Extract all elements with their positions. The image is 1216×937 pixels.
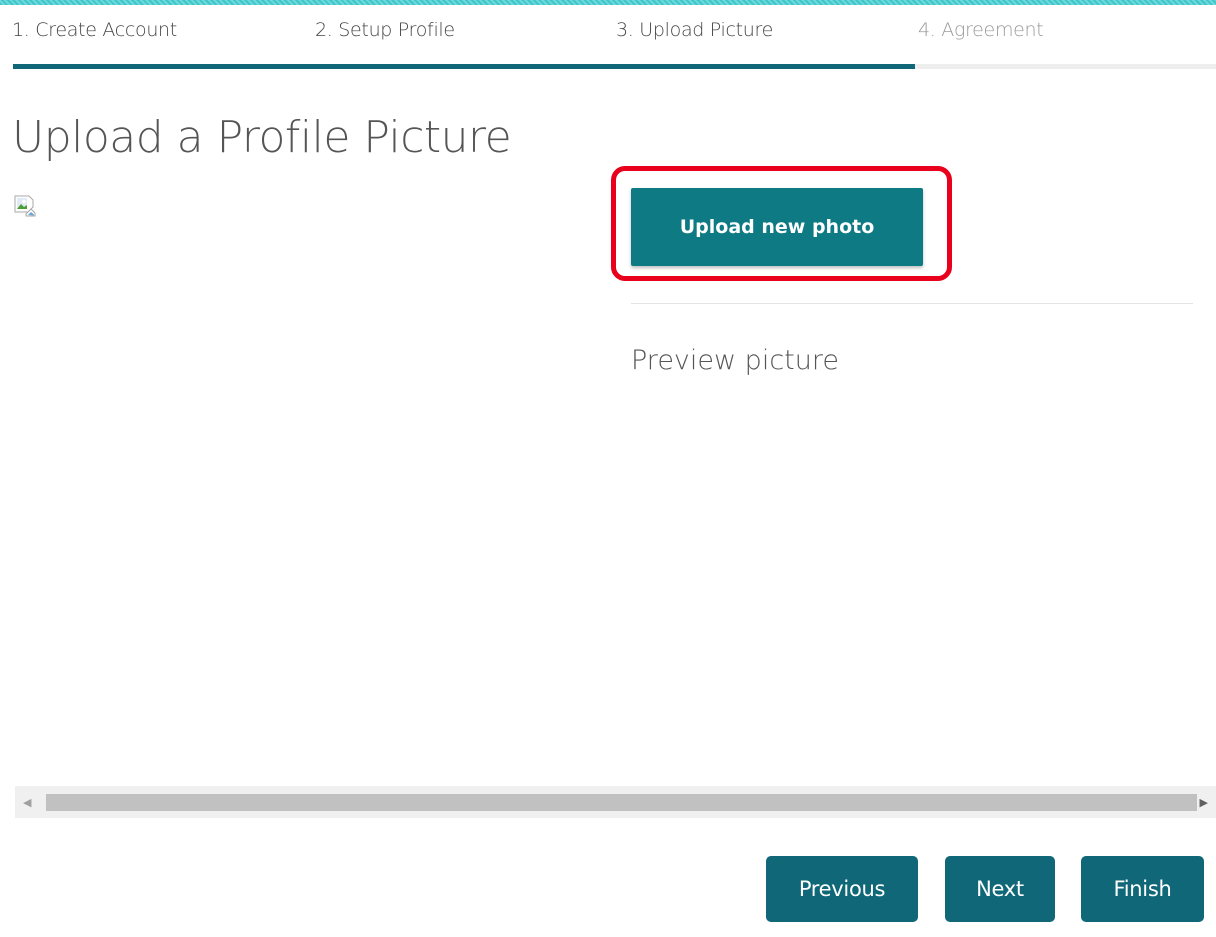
scrollbar-thumb[interactable] [46, 794, 1197, 811]
scroll-left-arrow-icon[interactable]: ◀ [23, 796, 31, 809]
broken-image-icon [14, 195, 36, 217]
wizard-steps: 1. Create Account 2. Setup Profile 3. Up… [0, 0, 1216, 70]
horizontal-scrollbar[interactable]: ◀ ▶ [15, 786, 1216, 818]
page-title: Upload a Profile Picture [12, 112, 512, 163]
finish-button[interactable]: Finish [1081, 856, 1204, 922]
step-agreement: 4. Agreement [918, 19, 1044, 41]
scroll-right-arrow-icon[interactable]: ▶ [1200, 796, 1208, 809]
section-divider [631, 303, 1193, 304]
step-upload-picture[interactable]: 3. Upload Picture [616, 19, 773, 41]
next-button[interactable]: Next [945, 856, 1055, 922]
step-create-account[interactable]: 1. Create Account [12, 19, 177, 41]
step-setup-profile[interactable]: 2. Setup Profile [315, 19, 455, 41]
previous-button[interactable]: Previous [766, 856, 918, 922]
upload-new-photo-button[interactable]: Upload new photo [631, 188, 923, 266]
preview-picture-label: Preview picture [631, 345, 839, 376]
progress-fill [13, 64, 915, 69]
